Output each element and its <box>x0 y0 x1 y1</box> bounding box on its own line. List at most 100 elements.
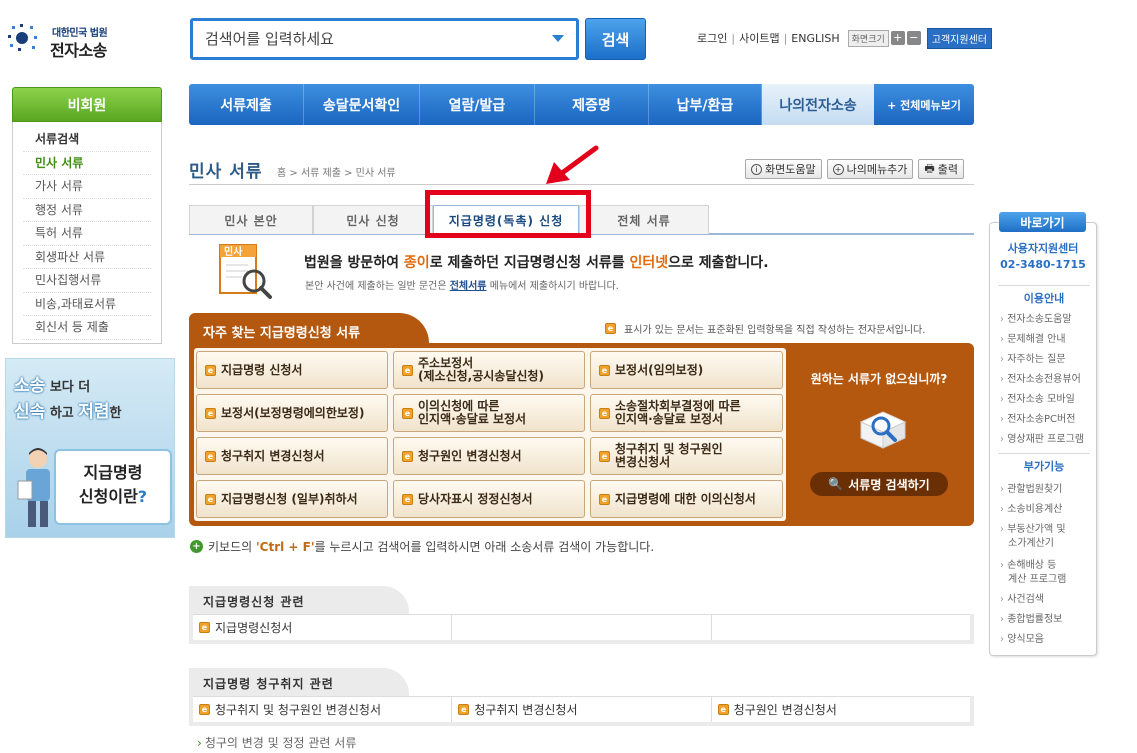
related-cell[interactable]: e 청구취지 및 청구원인 변경신청서 <box>193 696 453 722</box>
form-button[interactable]: e 당사자표시 정정신청서 <box>393 480 585 518</box>
form-button[interactable]: e 주소보정서 (제소신청,공시송달신청) <box>393 351 585 389</box>
quick-link[interactable]: 양식모음 <box>1000 633 1092 647</box>
logo-title: 전자소송 <box>50 41 107 60</box>
nav-item-payment[interactable]: 납부/환급 <box>649 84 762 125</box>
form-button-label: 보정서(보정명령에의한보정) <box>221 405 365 420</box>
form-button[interactable]: e 소송절차회부결정에 따른 인지액·송달료 보정서 <box>590 394 783 432</box>
e-form-icon: e <box>199 704 210 715</box>
quick-section-extras: 부가기능 <box>998 453 1090 474</box>
form-button[interactable]: e 지급명령신청 (일부)취하서 <box>196 480 388 518</box>
intro-sub-b: 메뉴에서 제출하시기 바랍니다. <box>486 281 619 292</box>
nav-item-my-litigation[interactable]: 나의전자소송 <box>762 84 874 125</box>
form-button[interactable]: e 청구취지 및 청구원인 변경신청서 <box>590 437 783 475</box>
form-button[interactable]: e 청구취지 변경신청서 <box>196 437 388 475</box>
frequent-forms-title: 자주 찾는 지급명령신청 서류 <box>189 313 429 347</box>
nav-item-submit[interactable]: 서류제출 <box>189 84 304 125</box>
nav-item-view[interactable]: 열람/발급 <box>420 84 535 125</box>
sidebar-item-bankruptcy[interactable]: 회생파산 서류 <box>23 246 151 269</box>
form-button-label: 소송절차회부결정에 따른 인지액·송달료 보정서 <box>615 399 741 426</box>
e-form-icon: e <box>717 704 729 715</box>
hint-b: 를 누르시고 검색어를 입력하시면 아래 소송서류 검색이 가능합니다. <box>314 540 655 554</box>
quick-link[interactable]: 사건검색 <box>1000 593 1092 607</box>
quick-link[interactable]: 전자소송 모바일 <box>1000 393 1092 407</box>
sidebar-item-reply[interactable]: 회신서 등 제출 <box>23 316 151 340</box>
form-button[interactable]: e 보정서(보정명령에의한보정) <box>196 394 388 432</box>
form-button-label: 지급명령에 대한 이의신청서 <box>615 491 756 506</box>
document-name-search-button[interactable]: 🔍 서류명 검색하기 <box>810 472 948 496</box>
tab-civil-application[interactable]: 민사 신청 <box>313 205 433 234</box>
promo-card: 지급명령 신청이란? <box>54 449 172 525</box>
promo-word-han: 한 <box>109 406 122 421</box>
sidebar-item-patent[interactable]: 특허 서류 <box>23 222 151 246</box>
sidebar-item-civil-execution[interactable]: 민사집행서류 <box>23 269 151 293</box>
search-button[interactable]: 검색 <box>585 18 646 60</box>
sidebar-item-administrative[interactable]: 행정 서류 <box>23 199 151 222</box>
payment-order-promo-banner[interactable]: 소송 보다 더 신속 하고 저렴한 지급명령 신청이란? <box>5 358 175 538</box>
quick-link[interactable]: 전자소송전용뷰어 <box>1000 373 1092 387</box>
plus-circle-icon: + <box>190 540 203 553</box>
court-logo[interactable]: 대한민국 법원 전자소송 <box>8 20 118 64</box>
e-form-icon: e <box>205 364 216 376</box>
nav-all-menu[interactable]: + 전체메뉴보기 <box>874 84 974 125</box>
e-form-icon: e <box>402 407 413 419</box>
intro-heading: 법원을 방문하여 종이로 제출하던 지급명령신청 서류를 인터넷으로 제출합니다… <box>304 252 769 272</box>
promo-word-litigation: 소송 <box>14 376 46 396</box>
related-cell[interactable]: e 청구원인 변경신청서 <box>711 696 970 722</box>
quick-link[interactable]: 전자소송PC버전 <box>1000 413 1092 427</box>
form-button[interactable]: e 지급명령에 대한 이의신청서 <box>590 480 783 518</box>
zoom-in-button[interactable]: + <box>890 31 905 45</box>
sidebar-item-civil[interactable]: 민사 서류 <box>23 152 151 175</box>
e-form-icon: e <box>599 450 610 462</box>
more-documents-link[interactable]: › 청구의 변경 및 정정 관련 서류 <box>197 734 356 751</box>
related-section-title: 지급명령 청구취지 관련 <box>189 668 409 696</box>
sidebar-item-family[interactable]: 가사 서류 <box>23 175 151 199</box>
zoom-label: 화면크기 <box>847 29 889 47</box>
screen-help-button[interactable]: i 화면도움말 <box>745 159 822 179</box>
nav-item-certificate[interactable]: 제증명 <box>535 84 649 125</box>
support-center-button[interactable]: 고객지원센터 <box>926 27 992 49</box>
e-form-icon: e <box>402 364 413 376</box>
zoom-out-button[interactable]: − <box>906 31 921 45</box>
quick-link[interactable]: 문제해결 안내 <box>1000 333 1092 347</box>
quick-link[interactable]: 종합법률정보 <box>1000 613 1092 627</box>
quick-links-panel: 사용자지원센터 02-3480-1715 이용안내 전자소송도움말 문제해결 안… <box>989 222 1097 656</box>
english-link[interactable]: ENGLISH <box>791 32 839 45</box>
promo-card-line2: 신청이란 <box>78 487 138 506</box>
form-button[interactable]: e 청구원인 변경신청서 <box>393 437 585 475</box>
related-cell[interactable]: e 청구취지 변경신청서 <box>452 696 712 722</box>
nav-item-delivery[interactable]: 송달문서확인 <box>304 84 420 125</box>
search-dropdown-icon[interactable] <box>552 35 564 42</box>
add-icon: + <box>832 163 844 175</box>
quick-link[interactable]: 전자소송도움말 <box>1000 313 1092 327</box>
related-cell-empty <box>452 614 712 640</box>
quick-link-line1: 손해배상 등 <box>1007 560 1057 571</box>
form-button-label: 주소보정서 (제소신청,공시송달신청) <box>418 356 544 383</box>
tab-civil-main[interactable]: 민사 본안 <box>189 205 313 234</box>
support-center-info[interactable]: 사용자지원센터 02-3480-1715 <box>990 241 1096 273</box>
form-button[interactable]: e 보정서(임의보정) <box>590 351 783 389</box>
sitemap-link[interactable]: 사이트맵 <box>739 30 779 46</box>
print-button[interactable]: 🖶 출력 <box>918 159 964 179</box>
more-documents-label: 청구의 변경 및 정정 관련 서류 <box>204 736 357 750</box>
add-my-menu-button[interactable]: + 나의메뉴추가 <box>826 159 914 179</box>
all-documents-link[interactable]: 전체서류 <box>450 281 487 292</box>
quick-link[interactable]: 자주하는 질문 <box>1000 353 1092 367</box>
quick-link[interactable]: 관할법원찾기 <box>1000 483 1092 497</box>
quick-link[interactable]: 영상재판 프로그램 <box>1000 433 1092 447</box>
magnifier-icon: 🔍 <box>828 477 844 491</box>
search-input[interactable] <box>205 21 545 57</box>
form-button-label: 청구취지 및 청구원인 변경신청서 <box>615 442 723 469</box>
sidebar-item-non-contentious[interactable]: 비송,과태료서류 <box>23 293 151 316</box>
form-button[interactable]: e 지급명령 신청서 <box>196 351 388 389</box>
e-form-icon: e <box>599 364 610 376</box>
related-cell[interactable]: e 지급명령신청서 <box>193 614 453 640</box>
related-table: e 청구취지 및 청구원인 변경신청서 e 청구취지 변경신청서 e 청구원인 변경신… <box>189 696 974 726</box>
hint-a: 키보드의 <box>208 540 256 554</box>
quick-link[interactable]: 소송비용계산 <box>1000 503 1092 517</box>
quick-link[interactable]: 부동산가액 및소가계산기 <box>1000 523 1092 551</box>
tab-all-documents[interactable]: 전체 서류 <box>579 205 709 234</box>
form-button[interactable]: e 이의신청에 따른 인지액·송달료 보정서 <box>393 394 585 432</box>
login-link[interactable]: 로그인 <box>697 30 727 46</box>
sidebar-item-document-search[interactable]: 서류검색 <box>23 128 151 152</box>
quick-link[interactable]: 손해배상 등계산 프로그램 <box>1000 559 1092 587</box>
